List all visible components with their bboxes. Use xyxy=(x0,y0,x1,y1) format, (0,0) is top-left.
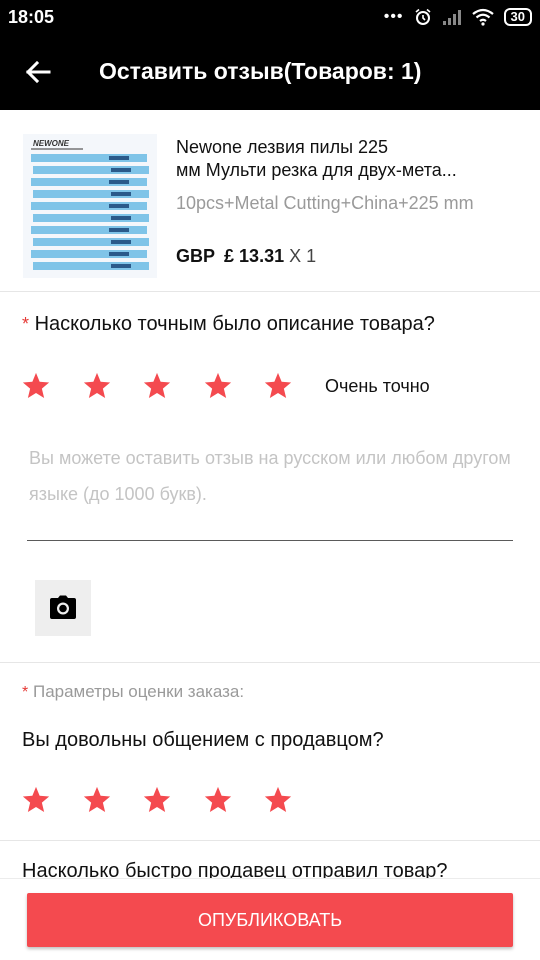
publish-button[interactable]: ОПУБЛИКОВАТЬ xyxy=(27,893,513,947)
saw-blade-marking xyxy=(109,228,129,232)
communication-rating-stars xyxy=(21,785,324,815)
alarm-icon xyxy=(415,8,431,25)
saw-blade-marking xyxy=(109,156,129,160)
star-4[interactable] xyxy=(203,371,233,401)
question-text: Насколько точным было описание товара? xyxy=(34,313,435,335)
star-icon xyxy=(83,372,110,398)
star-5[interactable] xyxy=(263,371,293,401)
status-icons: ••• 30 xyxy=(384,6,532,28)
saw-blade xyxy=(31,202,147,210)
add-photo-button[interactable] xyxy=(35,580,91,636)
review-field-container xyxy=(27,440,513,541)
saw-blades-image: NEWONE xyxy=(31,139,149,270)
saw-blade xyxy=(33,238,149,246)
saw-blade xyxy=(31,226,147,234)
star-2[interactable] xyxy=(82,371,112,401)
saw-blade xyxy=(33,190,149,198)
star-icon xyxy=(22,372,50,398)
star-1[interactable] xyxy=(21,371,51,401)
product-name-line1: Newone лезвия пилы 225 xyxy=(176,137,389,157)
product-quantity: X 1 xyxy=(289,246,317,266)
product-name[interactable]: Newone лезвия пилы 225 мм Мульти резка д… xyxy=(176,136,506,182)
saw-blade-marking xyxy=(111,192,131,196)
signal-icon xyxy=(442,10,461,25)
saw-blade-marking xyxy=(109,252,129,256)
star-3[interactable] xyxy=(142,371,172,401)
price-value: £ 13.31 xyxy=(224,246,285,266)
saw-blade xyxy=(31,250,147,258)
required-mark: * xyxy=(22,314,30,334)
saw-blade-marking xyxy=(111,264,131,268)
product-price: GBP £ 13.31 X 1 xyxy=(176,246,316,267)
star-3[interactable] xyxy=(142,785,172,815)
saw-blade-marking xyxy=(111,240,131,244)
more-dots-icon: ••• xyxy=(383,8,404,25)
saw-blade xyxy=(31,154,147,162)
product-card: NEWONE Newone лезвия пилы 225 мм Мульти … xyxy=(0,110,540,292)
saw-blade xyxy=(33,262,149,270)
section-divider xyxy=(0,662,540,663)
saw-blade xyxy=(31,178,147,186)
star-1[interactable] xyxy=(21,785,51,815)
camera-icon xyxy=(50,595,76,619)
star-4[interactable] xyxy=(203,785,233,815)
arrow-back-icon xyxy=(25,60,51,84)
params-label-text: Параметры оценки заказа: xyxy=(32,682,245,701)
product-thumbnail[interactable]: NEWONE xyxy=(23,134,157,278)
star-icon xyxy=(143,786,171,812)
saw-blade xyxy=(33,166,149,174)
product-variant: 10pcs+Metal Cutting+China+225 mm xyxy=(176,193,474,213)
price-currency: GBP xyxy=(176,246,216,266)
bottom-action-bar: ОПУБЛИКОВАТЬ xyxy=(0,878,540,960)
seller-communication-question: Вы довольны общением с продавцом? xyxy=(22,729,384,751)
star-icon xyxy=(143,372,171,398)
wifi-icon xyxy=(471,8,494,26)
star-icon xyxy=(83,786,110,812)
star-5[interactable] xyxy=(263,785,293,815)
saw-blade xyxy=(33,214,149,222)
status-bar: 18:05 ••• 30 xyxy=(0,0,540,34)
star-icon xyxy=(264,786,292,812)
description-rating-stars xyxy=(21,371,324,401)
saw-blade-marking xyxy=(111,216,131,220)
saw-blade-marking xyxy=(111,168,131,172)
page-title: Оставить отзыв(Товаров: 1) xyxy=(99,58,422,84)
saw-blade-marking xyxy=(109,204,129,208)
rating-label: Очень точно xyxy=(325,376,430,396)
review-textarea[interactable] xyxy=(27,440,513,536)
star-icon xyxy=(264,372,292,398)
saw-blade-marking xyxy=(109,180,129,184)
thumb-brand-text: NEWONE xyxy=(33,139,70,148)
required-mark: * xyxy=(22,684,29,701)
star-icon xyxy=(204,372,231,398)
star-2[interactable] xyxy=(82,785,112,815)
back-button[interactable] xyxy=(20,54,56,90)
app-bar: Оставить отзыв(Товаров: 1) xyxy=(0,34,540,110)
star-icon xyxy=(204,786,231,812)
rating-params-label: * Параметры оценки заказа: xyxy=(22,682,244,702)
section-divider xyxy=(0,840,540,841)
product-name-line2: мм Мульти резка для двух-мета... xyxy=(176,160,457,180)
status-time: 18:05 xyxy=(8,7,55,27)
description-accuracy-question: * Насколько точным было описание товара? xyxy=(22,313,435,336)
battery-indicator: 30 xyxy=(503,8,532,26)
star-icon xyxy=(22,786,50,812)
